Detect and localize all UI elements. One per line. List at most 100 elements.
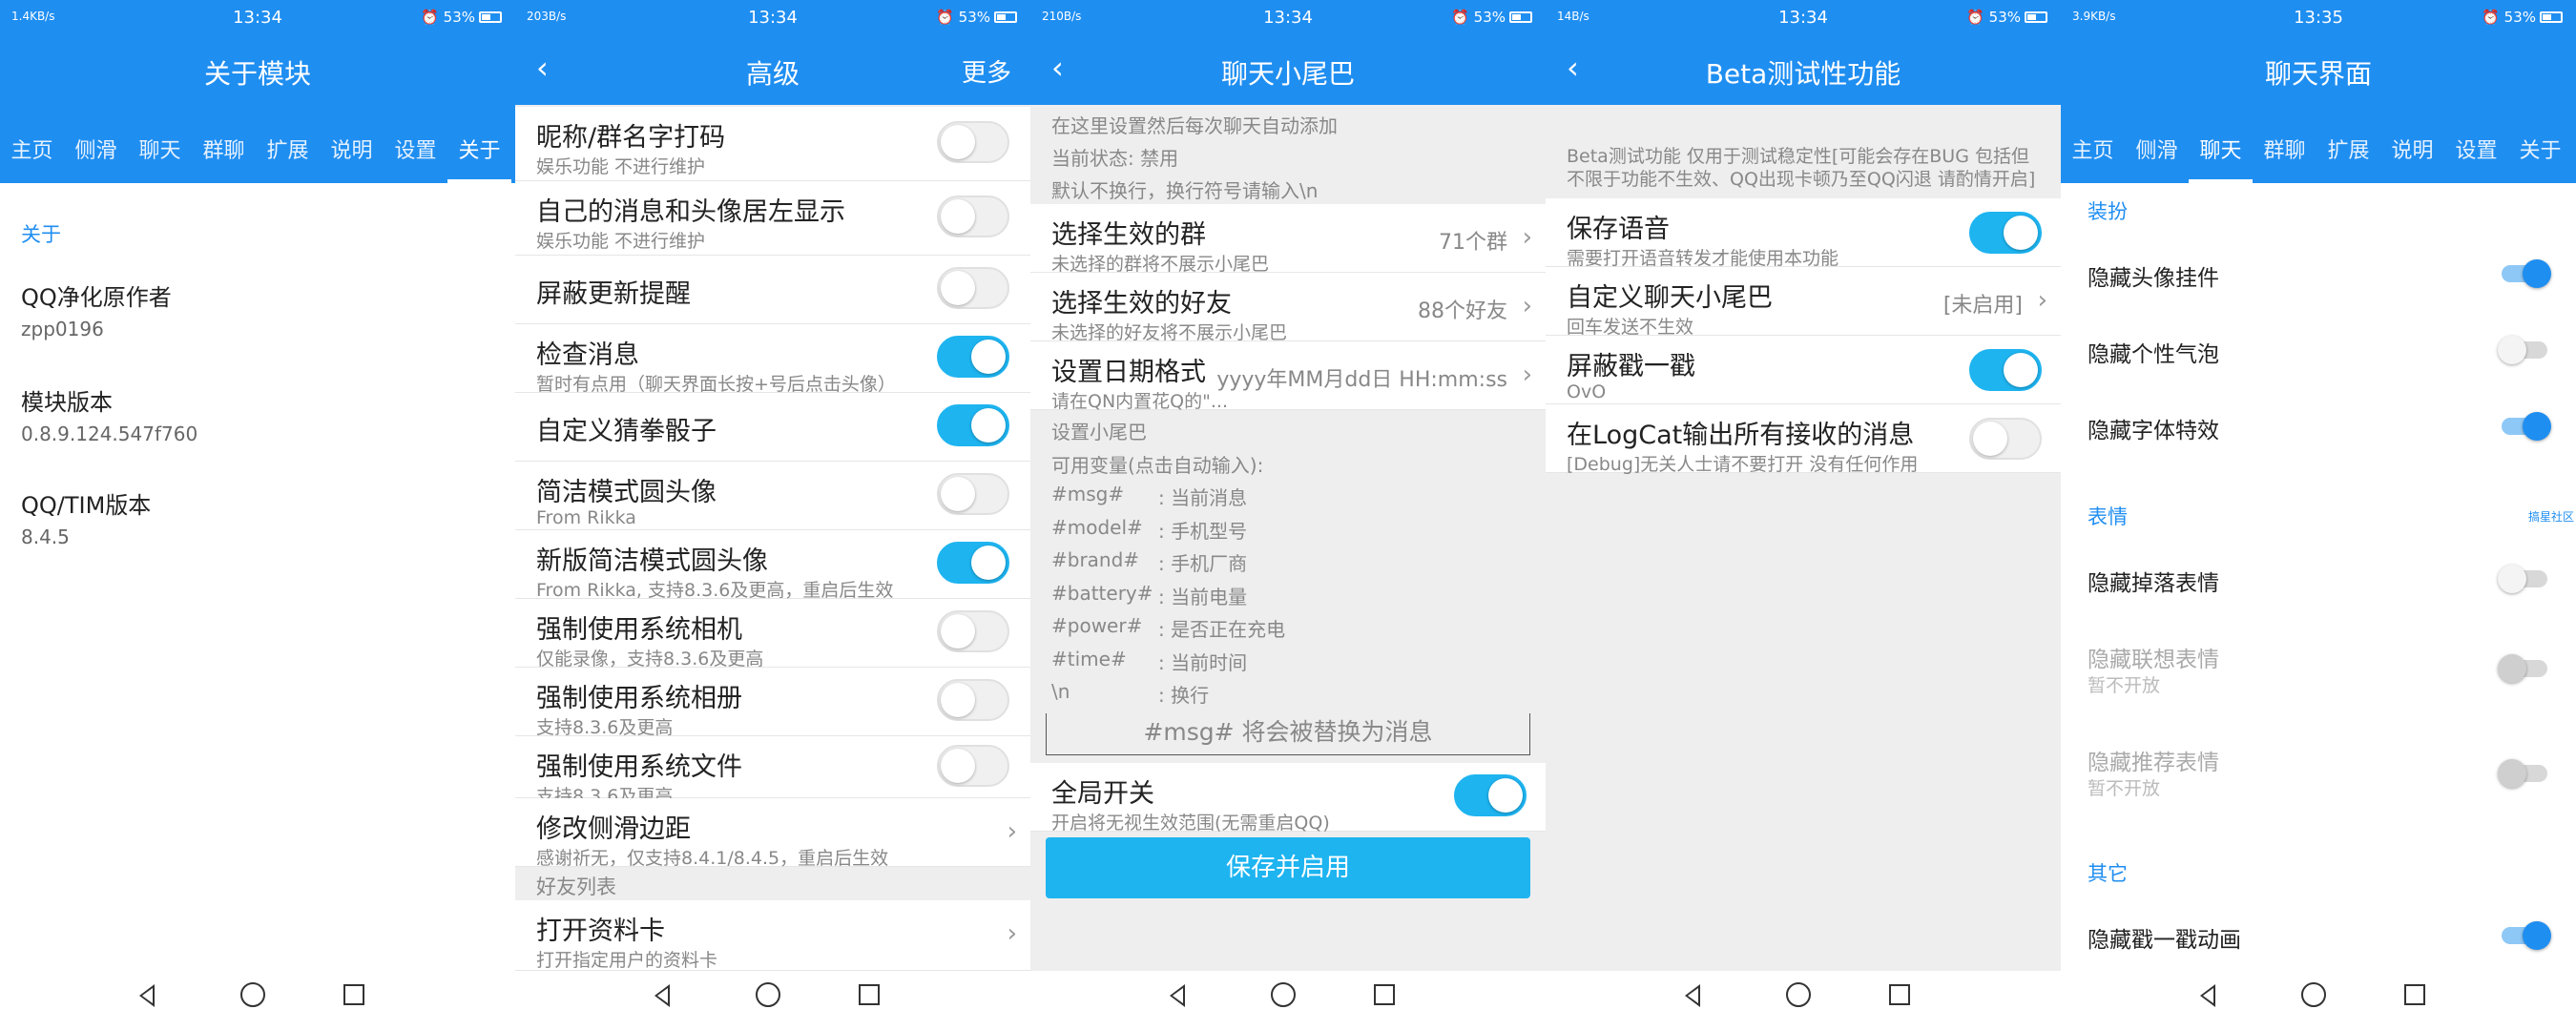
block-poke-toggle[interactable] <box>1969 349 2042 391</box>
var-key[interactable]: #brand# <box>1051 548 1139 571</box>
hide-recommend-emoji-toggle <box>2498 759 2547 788</box>
save-voice-toggle[interactable] <box>1969 212 2042 254</box>
block-poke-row[interactable]: 屏蔽戳一戳 OvO <box>1546 336 2061 404</box>
nav-recent-icon[interactable] <box>2404 977 2425 1005</box>
nav-home-icon[interactable] <box>2301 977 2326 1007</box>
setting-toggle[interactable] <box>937 267 1009 309</box>
hide-drop-emoji-toggle[interactable] <box>2498 565 2547 593</box>
setting-row[interactable]: 自己的消息和头像居左显示 娱乐功能 不进行维护 <box>515 181 1030 256</box>
tab-settings[interactable]: 设置 <box>384 134 447 183</box>
var-key[interactable]: #time# <box>1051 648 1127 670</box>
setting-toggle[interactable] <box>937 542 1009 584</box>
tab-chat[interactable]: 聊天 <box>128 134 192 183</box>
setting-row[interactable]: 强制使用系统相册 支持8.3.6及更高 <box>515 668 1030 738</box>
tail-input[interactable]: #msg# 将会被替换为消息 <box>1046 713 1530 755</box>
setting-row[interactable]: 自定义猜拳骰子 <box>515 393 1030 462</box>
var-desc: : 换行 <box>1158 684 1210 707</box>
setting-toggle[interactable] <box>937 745 1009 787</box>
hide-drop-emoji[interactable]: 隐藏掉落表情 <box>2088 565 2219 597</box>
tab-extend[interactable]: 扩展 <box>256 134 320 183</box>
hide-poke-animation-toggle[interactable] <box>2502 921 2551 950</box>
nav-home-icon[interactable] <box>240 977 265 1007</box>
tab-about[interactable]: 关于 <box>2508 134 2572 183</box>
side-margin-row[interactable]: 修改侧滑边距 感谢祈无，仅支持8.4.1/8.4.5，重启后生效 › <box>515 798 1030 869</box>
logcat-toggle[interactable] <box>1969 418 2042 460</box>
about-item[interactable]: 模块版本 0.8.9.124.547f760 <box>21 383 197 445</box>
setting-toggle[interactable] <box>937 679 1009 721</box>
nav-recent-icon[interactable] <box>343 977 364 1005</box>
hide-font-effect-toggle[interactable] <box>2502 412 2551 441</box>
about-item[interactable]: QQ/TIM版本 8.4.5 <box>21 486 151 548</box>
tab-extend[interactable]: 扩展 <box>2316 134 2380 183</box>
setting-toggle[interactable] <box>937 121 1009 163</box>
nav-recent-icon[interactable] <box>859 977 880 1005</box>
var-key[interactable]: #model# <box>1051 516 1143 539</box>
setting-toggle[interactable] <box>937 473 1009 515</box>
save-voice-row[interactable]: 保存语音 需要打开语音转发才能使用本功能 <box>1546 198 2061 269</box>
logcat-row[interactable]: 在LogCat输出所有接收的消息 [Debug]无关人士请不要打开 没有任何作用 <box>1546 404 2061 475</box>
tab-home[interactable]: 主页 <box>2061 134 2125 183</box>
tab-help[interactable]: 说明 <box>2380 134 2444 183</box>
tab-slide[interactable]: 侧滑 <box>64 134 128 183</box>
about-item[interactable]: QQ净化原作者 zpp0196 <box>21 278 172 340</box>
select-groups-row[interactable]: 选择生效的群 未选择的群将不展示小尾巴 71个群 › <box>1030 204 1546 275</box>
save-enable-button[interactable]: 保存并启用 <box>1046 837 1530 898</box>
hide-bubble-toggle[interactable] <box>2498 336 2547 364</box>
date-format-row[interactable]: 设置日期格式 请在QN内置花Q的"... yyyy年MM月dd日 HH:mm:s… <box>1030 341 1546 412</box>
hide-avatar-pendant[interactable]: 隐藏头像挂件 <box>2088 259 2219 292</box>
tab-chat[interactable]: 聊天 <box>2189 134 2253 183</box>
battery-icon <box>479 11 502 23</box>
more-button[interactable]: 更多 <box>962 53 1011 89</box>
nav-home-icon[interactable] <box>1271 977 1296 1007</box>
tab-about[interactable]: 关于 <box>447 134 511 183</box>
tab-home[interactable]: 主页 <box>0 134 64 183</box>
nav-back-icon[interactable] <box>654 977 670 1007</box>
global-toggle[interactable] <box>1454 774 1527 816</box>
setting-row[interactable]: 强制使用系统相机 仅能录像，支持8.3.6及更高 <box>515 599 1030 670</box>
nav-home-icon[interactable] <box>1786 977 1811 1007</box>
custom-tail-row[interactable]: 自定义聊天小尾巴 回车发送不生效 [未启用] › <box>1546 267 2061 338</box>
tab-settings[interactable]: 设置 <box>2444 134 2508 183</box>
nav-recent-icon[interactable] <box>1889 977 1910 1005</box>
select-friends-row[interactable]: 选择生效的好友 未选择的好友将不展示小尾巴 88个好友 › <box>1030 273 1546 343</box>
global-switch-row[interactable]: 全局开关 开启将无视生效范围(无需重启QQ) <box>1030 763 1546 834</box>
nav-recent-icon[interactable] <box>1374 977 1395 1005</box>
hide-poke-animation[interactable]: 隐藏戳一戳动画 <box>2088 921 2241 954</box>
battery-icon <box>2540 11 2563 23</box>
setting-toggle[interactable] <box>937 196 1009 237</box>
var-key[interactable]: #msg# <box>1051 483 1124 505</box>
var-key[interactable]: #power# <box>1051 614 1142 637</box>
panel-chat-ui: 3.9KB/s 13:35 ⏰ 53% 聊天界面 主页 侧滑 聊天 群聊 扩展 … <box>2061 0 2576 1030</box>
setting-toggle[interactable] <box>937 610 1009 652</box>
nav-back-icon[interactable] <box>1685 977 1700 1007</box>
tab-group[interactable]: 群聊 <box>192 134 256 183</box>
nav-back-icon[interactable] <box>2200 977 2215 1007</box>
tab-slide[interactable]: 侧滑 <box>2125 134 2189 183</box>
open-card-row[interactable]: 打开资料卡 打开指定用户的资料卡 › <box>515 900 1030 971</box>
row-sub: 请在QN内置花Q的"... <box>1051 391 1228 412</box>
nav-back-icon[interactable] <box>139 977 155 1007</box>
alarm-icon: ⏰ <box>936 9 954 26</box>
setting-row[interactable]: 检查消息 暂时有点用（聊天界面长按+号后点击头像） <box>515 324 1030 395</box>
hide-bubble[interactable]: 隐藏个性气泡 <box>2088 336 2219 368</box>
setting-toggle[interactable] <box>937 336 1009 378</box>
row-title: 自定义聊天小尾巴 <box>1567 283 1773 313</box>
var-key[interactable]: #battery# <box>1051 582 1153 605</box>
setting-row[interactable]: 简洁模式圆头像 From Rikka <box>515 462 1030 530</box>
row-title: 强制使用系统相机 <box>536 615 742 645</box>
setting-row[interactable]: 昵称/群名字打码 娱乐功能 不进行维护 <box>515 107 1030 181</box>
setting-row[interactable]: 屏蔽更新提醒 <box>515 256 1030 324</box>
hide-avatar-pendant-toggle[interactable] <box>2502 259 2551 288</box>
tab-group[interactable]: 群聊 <box>2253 134 2316 183</box>
var-key[interactable]: \n <box>1051 680 1070 703</box>
tab-bar: 主页 侧滑 聊天 群聊 扩展 说明 设置 关于 <box>2061 134 2576 183</box>
hide-font-effect[interactable]: 隐藏字体特效 <box>2088 412 2219 444</box>
setting-row[interactable]: 新版简洁模式圆头像 From Rikka, 支持8.3.6及更高，重启后生效 <box>515 530 1030 601</box>
setting-row[interactable]: 强制使用系统文件 支持8.3.6及更高 <box>515 736 1030 807</box>
setting-toggle[interactable] <box>937 404 1009 446</box>
nav-home-icon[interactable] <box>756 977 780 1007</box>
tab-help[interactable]: 说明 <box>320 134 384 183</box>
battery-text: 53% <box>2503 9 2536 26</box>
row-title: 保存语音 <box>1567 215 1670 244</box>
nav-back-icon[interactable] <box>1170 977 1185 1007</box>
